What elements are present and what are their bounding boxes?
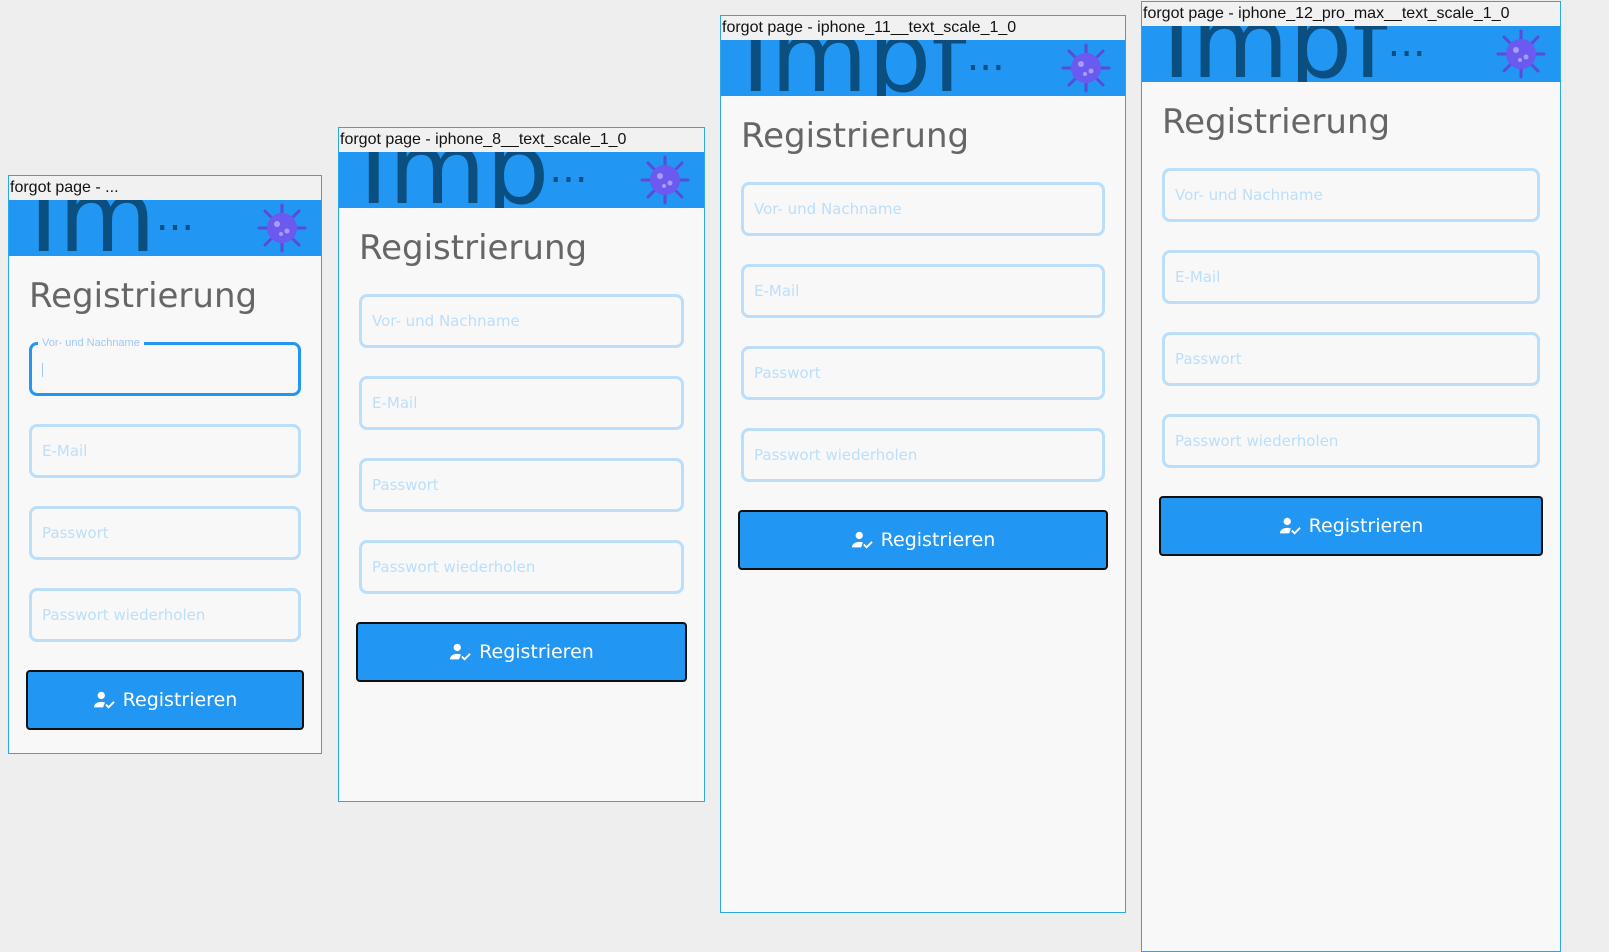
app-title-ellipsis: ... [1387, 26, 1426, 66]
name-placeholder: Vor- und Nachname [372, 312, 520, 330]
page-heading: Registrierung [741, 116, 970, 156]
register-button[interactable]: Registrieren [356, 622, 687, 682]
password-repeat-placeholder: Passwort wiederholen [42, 606, 206, 624]
password-placeholder: Passwort [372, 476, 439, 494]
person-check-icon [450, 643, 471, 661]
app-title: Impf... [741, 40, 1005, 96]
password-field[interactable]: Passwort [741, 346, 1105, 400]
app-title: Im... [29, 200, 194, 256]
name-placeholder: Vor- und Nachname [754, 200, 902, 218]
text-caret [42, 363, 43, 377]
frame-iphone-11: forgot page - iphone_11__text_scale_1_0 … [720, 15, 1126, 913]
password-repeat-field[interactable]: Passwort wiederholen [359, 540, 684, 594]
virus-icon [1496, 29, 1546, 79]
name-field[interactable]: Vor- und Nachname [359, 294, 684, 348]
page-heading: Registrierung [359, 228, 588, 268]
virus-icon [257, 203, 307, 253]
app-title-text: Im [29, 200, 156, 256]
app-title-ellipsis: ... [966, 40, 1005, 80]
person-check-icon [851, 531, 873, 549]
page-heading: Registrierung [1162, 102, 1391, 142]
frame-title: forgot page - iphone_12_pro_max__text_sc… [1142, 2, 1560, 26]
frame-iphone-8: forgot page - iphone_8__text_scale_1_0 I… [338, 127, 705, 802]
frame-small: forgot page - ... Im... Registrierung Vo… [8, 175, 322, 754]
register-button[interactable]: Registrieren [1159, 496, 1543, 556]
form-content: Registrierung Vor- und Nachname E-Mail P… [339, 228, 704, 682]
page-heading: Registrierung [29, 276, 258, 316]
password-field[interactable]: Passwort [1162, 332, 1540, 386]
app-title: Impf... [1162, 26, 1426, 82]
password-field[interactable]: Passwort [359, 458, 684, 512]
frame-title: forgot page - iphone_11__text_scale_1_0 [721, 16, 1125, 40]
register-button[interactable]: Registrieren [26, 670, 304, 730]
name-placeholder: Vor- und Nachname [1175, 186, 1323, 204]
app-title-text: Impf [1162, 26, 1388, 82]
app-bar: Impf... [1142, 26, 1560, 82]
form-content: Registrierung Vor- und Nachname E-Mail P… [1142, 102, 1560, 556]
email-field[interactable]: E-Mail [1162, 250, 1540, 304]
email-placeholder: E-Mail [372, 394, 418, 412]
email-field[interactable]: E-Mail [741, 264, 1105, 318]
frame-iphone-12-pro-max: forgot page - iphone_12_pro_max__text_sc… [1141, 1, 1561, 952]
person-check-icon [93, 691, 115, 709]
virus-icon [1061, 43, 1111, 93]
name-field[interactable]: Vor- und Nachname [741, 182, 1105, 236]
name-field[interactable]: Vor- und Nachname [29, 337, 301, 396]
email-placeholder: E-Mail [754, 282, 800, 300]
virus-icon [640, 155, 690, 205]
register-button[interactable]: Registrieren [738, 510, 1108, 570]
app-title-ellipsis: ... [549, 152, 588, 192]
person-check-icon [1279, 517, 1301, 535]
password-repeat-placeholder: Passwort wiederholen [372, 558, 536, 576]
register-button-label: Registrieren [1308, 515, 1424, 537]
form-content: Registrierung Vor- und Nachname E-Mail P… [9, 276, 321, 730]
form-content: Registrierung Vor- und Nachname E-Mail P… [721, 116, 1125, 570]
app-bar: Imp... [339, 152, 704, 208]
name-field-label: Vor- und Nachname [38, 337, 144, 349]
name-field[interactable]: Vor- und Nachname [1162, 168, 1540, 222]
app-bar: Impf... [721, 40, 1125, 96]
email-placeholder: E-Mail [1175, 268, 1221, 286]
frame-title: forgot page - iphone_8__text_scale_1_0 [339, 128, 704, 152]
password-repeat-field[interactable]: Passwort wiederholen [741, 428, 1105, 482]
register-button-label: Registrieren [479, 641, 594, 663]
password-field[interactable]: Passwort [29, 506, 301, 560]
register-button-label: Registrieren [880, 529, 996, 551]
email-field[interactable]: E-Mail [359, 376, 684, 430]
password-repeat-placeholder: Passwort wiederholen [1175, 432, 1339, 450]
password-repeat-field[interactable]: Passwort wiederholen [29, 588, 301, 642]
email-placeholder: E-Mail [42, 442, 88, 460]
app-title-ellipsis: ... [155, 200, 195, 240]
password-placeholder: Passwort [42, 524, 109, 542]
app-title-text: Impf [741, 40, 967, 96]
app-title-text: Imp [359, 152, 549, 208]
register-button-label: Registrieren [122, 689, 238, 711]
password-repeat-placeholder: Passwort wiederholen [754, 446, 918, 464]
password-repeat-field[interactable]: Passwort wiederholen [1162, 414, 1540, 468]
password-placeholder: Passwort [754, 364, 821, 382]
password-placeholder: Passwort [1175, 350, 1242, 368]
app-title: Imp... [359, 152, 588, 208]
email-field[interactable]: E-Mail [29, 424, 301, 478]
frame-title: forgot page - ... [9, 176, 321, 200]
app-bar: Im... [9, 200, 321, 256]
